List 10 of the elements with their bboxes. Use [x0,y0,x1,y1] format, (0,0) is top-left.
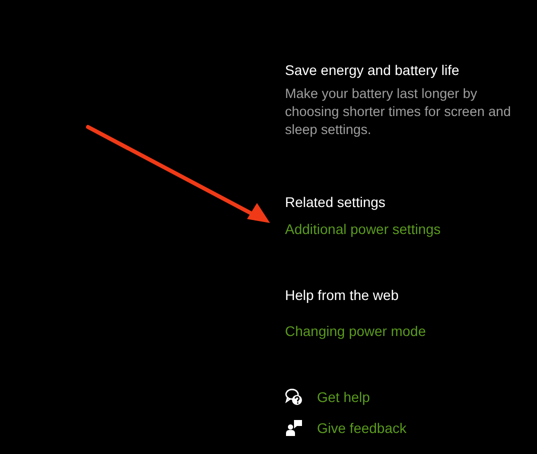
section-description: Make your battery last longer by choosing shorter times for screen and sleep settings. [285,85,512,139]
settings-link[interactable]: Changing power mode [285,322,426,340]
section-title: Help from the web [285,286,399,304]
action-link[interactable]: Get help [317,388,370,406]
action-link[interactable]: Give feedback [317,419,406,437]
section-title: Related settings [285,193,386,211]
chat-help-icon [285,388,303,406]
settings-link[interactable]: Additional power settings [285,220,441,238]
person-feedback-icon [285,419,303,437]
section-title: Save energy and battery life [285,61,460,79]
